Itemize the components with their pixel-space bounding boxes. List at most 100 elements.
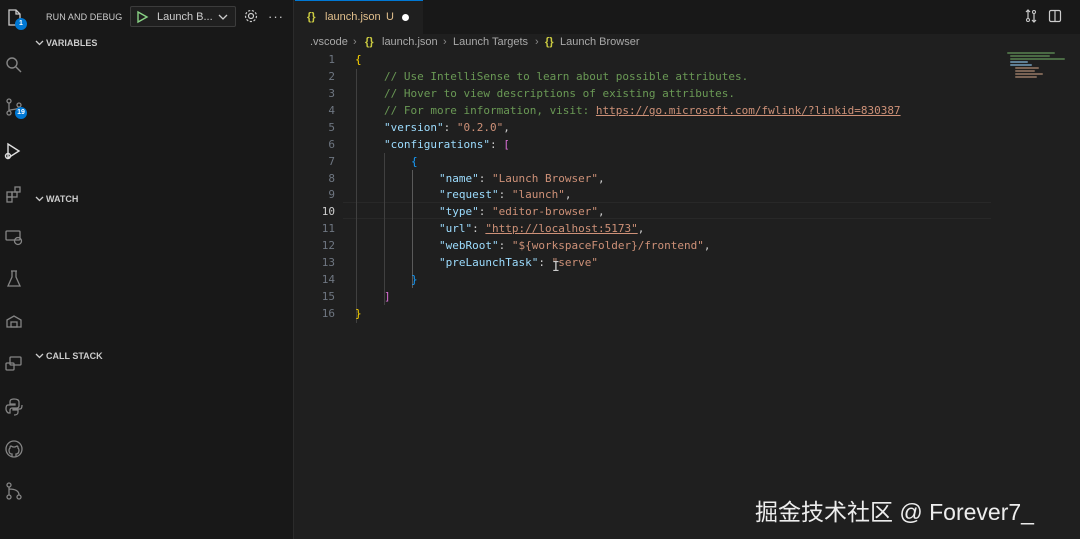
json-key: "name" <box>439 172 479 185</box>
code-line: { <box>355 53 362 66</box>
launch-config-select[interactable]: Launch B... <box>130 6 236 27</box>
run-debug-icon[interactable] <box>0 137 28 165</box>
source-control-badge: 19 <box>15 107 27 119</box>
json-value: "${workspaceFolder}/frontend" <box>511 239 704 252</box>
breadcrumb-item[interactable]: .vscode <box>310 36 348 48</box>
variables-section-header[interactable]: VARIABLES <box>28 33 294 53</box>
line-number: 12 <box>321 239 335 252</box>
minimap-line <box>1007 52 1055 54</box>
call-stack-section-header[interactable]: CALL STACK <box>28 346 294 366</box>
split-editor-icon[interactable] <box>1048 9 1062 23</box>
code-line: // Use IntelliSense to learn about possi… <box>384 70 748 83</box>
variables-title: VARIABLES <box>46 38 98 48</box>
json-key: "webRoot" <box>439 239 499 252</box>
line-number: 4 <box>328 104 335 117</box>
json-value: "launch" <box>511 188 565 201</box>
launch-config-label: Launch B... <box>157 11 213 23</box>
close-brace: } <box>355 307 362 320</box>
compare-changes-icon[interactable] <box>1024 9 1038 23</box>
line-number: 9 <box>328 188 335 201</box>
code-line: "preLaunchTask": "serve" <box>439 256 598 269</box>
line-number-active: 10 <box>321 205 335 218</box>
remote-explorer-icon[interactable] <box>0 223 28 251</box>
json-object-icon: {} <box>545 36 554 48</box>
indent-guide <box>384 153 385 305</box>
text-cursor-icon: I <box>552 260 560 275</box>
watermark: 掘金技术社区 @ Forever7_ <box>755 499 1034 525</box>
chevron-right-icon: › <box>535 36 539 48</box>
json-value: "editor-browser" <box>492 205 598 218</box>
line-number: 2 <box>328 70 335 83</box>
tab-launch-json[interactable]: {} launch.json U <box>295 0 423 34</box>
chevron-right-icon: › <box>353 36 357 48</box>
python-icon[interactable] <box>0 393 28 421</box>
unsaved-dot-icon[interactable] <box>402 14 409 21</box>
line-number: 13 <box>321 256 335 269</box>
line-number: 14 <box>321 273 335 286</box>
chevron-down-icon <box>35 40 44 46</box>
containers-icon[interactable] <box>0 307 28 335</box>
indent-guide <box>412 170 413 288</box>
line-number: 7 <box>328 155 335 168</box>
chevron-down-icon <box>218 14 228 20</box>
explorer-icon[interactable]: 1 <box>0 4 28 32</box>
git-graph-icon[interactable] <box>0 477 28 505</box>
fwlink-url[interactable]: https://go.microsoft.com/fwlink/?linkid=… <box>596 104 901 117</box>
breadcrumb-item[interactable]: Launch Targets <box>453 36 528 48</box>
code-line: // Hover to view descriptions of existin… <box>384 87 735 100</box>
line-number: 11 <box>321 222 335 235</box>
code-line: "type": "editor-browser", <box>439 205 605 218</box>
chevron-right-icon: › <box>443 36 447 48</box>
code-line: "version": "0.2.0", <box>384 121 510 134</box>
code-line: "url": "http://localhost:5173", <box>439 222 645 235</box>
minimap-line <box>1010 61 1028 63</box>
code-editor[interactable]: 1 2 3 4 5 6 7 8 9 10 11 12 13 14 15 16 {… <box>295 52 1080 539</box>
line-number: 6 <box>328 138 335 151</box>
explorer-badge: 1 <box>15 18 27 30</box>
json-key: "preLaunchTask" <box>439 256 539 269</box>
line-number: 1 <box>328 53 335 66</box>
line-number: 5 <box>328 121 335 134</box>
start-debugging-icon[interactable] <box>135 10 149 24</box>
open-brace: { <box>355 53 362 66</box>
code-line: "name": "Launch Browser", <box>439 172 605 185</box>
chevron-down-icon <box>35 353 44 359</box>
more-actions-button[interactable]: ··· <box>268 9 284 24</box>
code-line: "configurations": [ <box>384 138 510 151</box>
code-line: "request": "launch", <box>439 188 572 201</box>
code-line: { <box>411 155 418 168</box>
json-key: "url" <box>439 222 473 235</box>
testing-icon[interactable] <box>0 265 28 293</box>
minimap-line <box>1015 67 1039 69</box>
json-key: "configurations" <box>384 138 490 151</box>
breadcrumb-item[interactable]: Launch Browser <box>560 36 640 48</box>
untracked-status: U <box>386 11 394 23</box>
github-icon[interactable] <box>0 435 28 463</box>
debug-title: RUN AND DEBUG <box>46 12 123 22</box>
indent-guide <box>356 69 357 323</box>
code-line: } <box>355 307 362 320</box>
line-number: 3 <box>328 87 335 100</box>
json-value: "Launch Browser" <box>492 172 598 185</box>
extensions-icon[interactable] <box>0 180 28 208</box>
close-bracket: ] <box>384 290 391 303</box>
code-line: "webRoot": "${workspaceFolder}/frontend"… <box>439 239 711 252</box>
json-url-value[interactable]: "http://localhost:5173" <box>485 222 637 235</box>
minimap-line <box>1015 70 1035 72</box>
tab-label: launch.json <box>325 11 381 23</box>
line-number: 16 <box>321 307 335 320</box>
debug-header: RUN AND DEBUG Launch B... ··· <box>28 0 294 34</box>
line-number: 8 <box>328 172 335 185</box>
minimap[interactable] <box>1007 50 1072 90</box>
comment: // Hover to view descriptions of existin… <box>384 87 735 100</box>
breadcrumb-item[interactable]: launch.json <box>382 36 438 48</box>
code-line: ] <box>384 290 391 303</box>
source-control-icon[interactable]: 19 <box>0 93 28 121</box>
remote-desktop-icon[interactable] <box>0 350 28 378</box>
code-line: // For more information, visit: https://… <box>384 104 901 117</box>
search-icon[interactable] <box>0 51 28 79</box>
activity-bar: 1 19 <box>0 0 28 539</box>
gear-icon[interactable] <box>243 8 259 24</box>
watch-section-header[interactable]: WATCH <box>28 189 294 209</box>
chevron-down-icon <box>35 196 44 202</box>
